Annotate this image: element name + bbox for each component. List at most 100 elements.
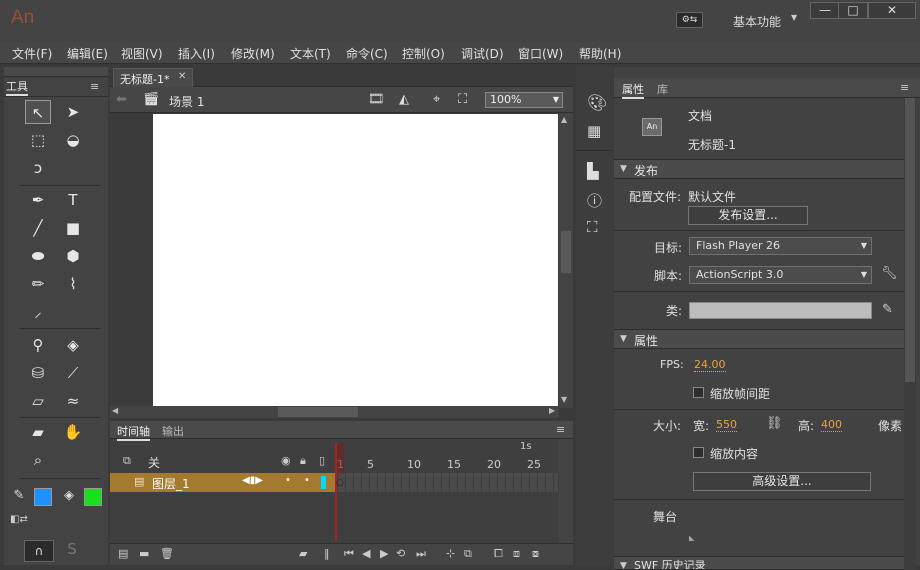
- menu-help[interactable]: 帮助(H): [579, 45, 621, 62]
- eraser-tool-icon[interactable]: ▱: [25, 389, 51, 413]
- snap-to-objects-icon[interactable]: ∩: [24, 540, 54, 562]
- minimize-button[interactable]: —: [810, 2, 840, 19]
- swatches-panel-icon[interactable]: ▦: [587, 122, 601, 140]
- properties-scroll-thumb[interactable]: [905, 98, 915, 382]
- link-icon[interactable]: ⛓: [766, 416, 783, 431]
- class-input[interactable]: [689, 302, 872, 319]
- workspace-switcher[interactable]: 基本功能: [733, 13, 781, 30]
- stage-color-chip-icon[interactable]: ◣: [689, 534, 694, 542]
- scroll-up-icon[interactable]: ▲: [561, 115, 567, 124]
- properties-scrollbar[interactable]: [904, 98, 916, 570]
- frame-view-icon[interactable]: ⧇: [532, 547, 539, 561]
- pen-tool-icon[interactable]: ✒: [25, 188, 51, 212]
- back-arrow-icon[interactable]: ⬅: [116, 92, 127, 107]
- menu-commands[interactable]: 命令(C): [346, 45, 388, 62]
- onion-skin-icon[interactable]: ◀▮▶: [242, 475, 263, 486]
- oval-tool-icon[interactable]: ⬬: [25, 244, 51, 268]
- free-transform-tool-icon[interactable]: ⬚: [25, 128, 51, 152]
- brush-tool-icon[interactable]: ⌇: [60, 272, 86, 296]
- layer-color-icon[interactable]: [321, 476, 326, 489]
- stage-canvas[interactable]: [153, 114, 558, 406]
- outline-icon[interactable]: ▯: [319, 454, 325, 467]
- hand-tool-icon[interactable]: ✋: [60, 420, 86, 444]
- fill-color-swatch[interactable]: [84, 488, 102, 506]
- info-panel-icon[interactable]: ⓘ: [587, 190, 602, 211]
- modify-markers-icon[interactable]: ⧈: [513, 547, 520, 561]
- document-name[interactable]: 无标题-1: [688, 136, 736, 153]
- onion-skin-toggle-icon[interactable]: ⧉: [464, 547, 472, 561]
- menu-window[interactable]: 窗口(W): [518, 45, 563, 62]
- layer-name[interactable]: 图层_1: [152, 475, 190, 492]
- edit-scene-icon[interactable]: 🎞︎: [368, 92, 385, 107]
- edit-symbols-icon[interactable]: ◭: [399, 92, 409, 107]
- color-panel-icon[interactable]: 🎨︎: [587, 93, 607, 112]
- pencil-tool-icon[interactable]: ✏: [25, 272, 51, 296]
- close-button[interactable]: ✕: [868, 2, 916, 19]
- close-tab-icon[interactable]: ✕: [178, 71, 186, 82]
- keyframe-icon[interactable]: ○: [336, 478, 344, 488]
- smooth-icon[interactable]: S: [62, 540, 82, 562]
- menu-text[interactable]: 文本(T): [290, 45, 331, 62]
- lock-icon[interactable]: 🔒︎: [300, 454, 306, 468]
- fill-color-icon[interactable]: ◈: [60, 488, 78, 506]
- menu-modify[interactable]: 修改(M): [231, 45, 275, 62]
- fps-value[interactable]: 24.00: [694, 358, 726, 372]
- width-value[interactable]: 550: [716, 418, 737, 432]
- wrench-icon[interactable]: 🔧︎: [881, 266, 898, 281]
- scroll-left-icon[interactable]: ◀: [112, 406, 118, 415]
- scale-spans-checkbox[interactable]: [693, 387, 704, 398]
- width-tool-icon[interactable]: ≈: [60, 389, 86, 413]
- horizontal-scroll-thumb[interactable]: [278, 407, 358, 417]
- lasso-tool-icon[interactable]: ↄ: [25, 156, 51, 180]
- maximize-button[interactable]: □: [838, 2, 868, 19]
- advanced-settings-button[interactable]: 高级设置...: [693, 472, 871, 491]
- center-frame-icon[interactable]: ⊹: [446, 547, 455, 560]
- rectangle-tool-icon[interactable]: ■: [60, 216, 86, 240]
- menu-file[interactable]: 文件(F): [12, 45, 52, 62]
- tab-output[interactable]: 输出: [162, 423, 184, 439]
- height-value[interactable]: 400: [821, 418, 842, 432]
- zoom-tool-icon[interactable]: ⌕: [25, 448, 51, 472]
- publish-settings-button[interactable]: 发布设置...: [688, 206, 808, 225]
- clip-content-icon[interactable]: ⛶: [458, 92, 467, 107]
- subselection-tool-icon[interactable]: ➤: [60, 100, 86, 124]
- scroll-down-icon[interactable]: ▼: [561, 395, 567, 404]
- swap-colors-icon[interactable]: ◧⇄: [10, 514, 28, 525]
- zoom-select[interactable]: 100% ▼: [485, 92, 563, 108]
- camera-tool-icon[interactable]: ▰: [25, 420, 51, 444]
- script-select[interactable]: ActionScript 3.0 ▼: [689, 266, 872, 284]
- eyedropper-tool-icon[interactable]: ⟋: [60, 361, 86, 385]
- ink-bottle-tool-icon[interactable]: ⛁: [25, 361, 51, 385]
- line-tool-icon[interactable]: ╱: [25, 216, 51, 240]
- edit-multiple-frames-icon[interactable]: ⧠: [494, 547, 503, 561]
- loop-icon[interactable]: ⟲: [396, 547, 405, 560]
- layer-row[interactable]: ▤ 图层_1 ◀▮▶ • •: [110, 473, 336, 492]
- timeline-scrollbar[interactable]: [559, 439, 573, 543]
- camera-icon[interactable]: ▰: [299, 547, 307, 560]
- paint-brush-tool-icon[interactable]: ⸝: [25, 300, 51, 324]
- chevron-down-icon[interactable]: ▼: [791, 13, 797, 22]
- tab-properties[interactable]: 属性: [622, 81, 644, 99]
- menu-debug[interactable]: 调试(D): [461, 45, 504, 62]
- eye-icon[interactable]: ◉: [281, 454, 291, 467]
- visibility-dot-icon[interactable]: •: [285, 475, 291, 486]
- attributes-section-header[interactable]: ▼ 属性: [614, 329, 904, 349]
- new-folder-icon[interactable]: ▬: [139, 547, 149, 560]
- panel-menu-icon[interactable]: ≡: [900, 81, 909, 94]
- menu-insert[interactable]: 插入(I): [178, 45, 215, 62]
- scene-name[interactable]: 场景 1: [169, 93, 204, 110]
- tab-library[interactable]: 库: [657, 81, 668, 97]
- first-frame-icon[interactable]: ⏮: [344, 547, 354, 561]
- tools-collapse-bar[interactable]: [4, 67, 108, 77]
- panel-menu-icon[interactable]: ≡: [556, 423, 565, 436]
- bone-tool-icon[interactable]: ⚲: [25, 333, 51, 357]
- scroll-right-icon[interactable]: ▶: [549, 406, 555, 415]
- last-frame-icon[interactable]: ⏭: [416, 547, 426, 561]
- document-tab[interactable]: 无标题-1* ✕: [113, 68, 193, 87]
- polystar-tool-icon[interactable]: ⬢: [60, 244, 86, 268]
- paint-bucket-tool-icon[interactable]: ◈: [60, 333, 86, 357]
- text-tool-icon[interactable]: T: [60, 188, 86, 212]
- menu-edit[interactable]: 编辑(E): [67, 45, 108, 62]
- target-select[interactable]: Flash Player 26 ▼: [689, 237, 872, 255]
- new-layer-icon[interactable]: ▤: [118, 547, 128, 560]
